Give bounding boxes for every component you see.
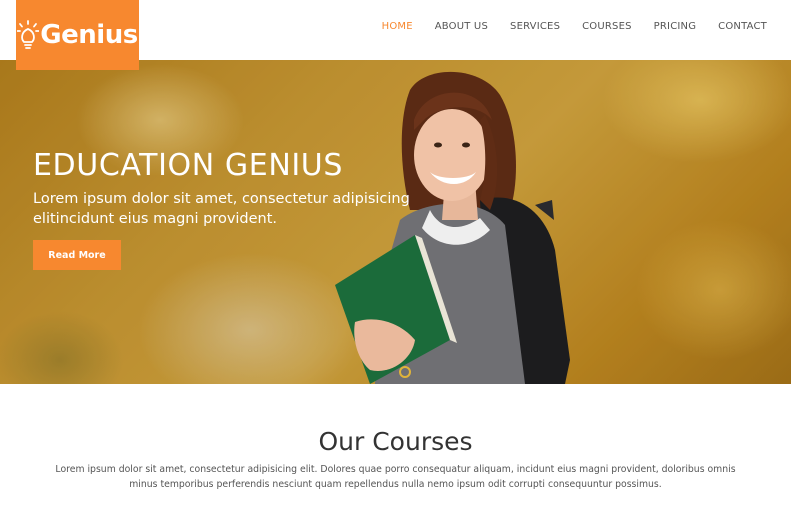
hero-title: EDUCATION GENIUS [33, 148, 344, 183]
logo-text: Genius [40, 20, 138, 50]
main-nav: HOME ABOUT US SERVICES COURSES PRICING C… [360, 21, 767, 32]
read-more-button[interactable]: Read More [33, 240, 121, 270]
courses-description: Lorem ipsum dolor sit amet, consectetur … [55, 464, 736, 490]
nav-pricing[interactable]: PRICING [654, 21, 697, 32]
lightbulb-icon [17, 20, 40, 49]
courses-title: Our Courses [318, 427, 473, 456]
site-header: Genius HOME ABOUT US SERVICES COURSES PR… [0, 0, 791, 70]
logo[interactable]: Genius [16, 0, 139, 70]
nav-about-us[interactable]: ABOUT US [435, 21, 488, 32]
nav-courses[interactable]: COURSES [582, 21, 632, 32]
logo-inner: Genius [17, 20, 138, 50]
nav-contact[interactable]: CONTACT [718, 21, 767, 32]
hero-subtitle: Lorem ipsum dolor sit amet, consectetur … [33, 191, 410, 227]
nav-home[interactable]: HOME [382, 21, 413, 32]
hero-banner: EDUCATION GENIUS Lorem ipsum dolor sit a… [0, 60, 791, 384]
nav-services[interactable]: SERVICES [510, 21, 560, 32]
